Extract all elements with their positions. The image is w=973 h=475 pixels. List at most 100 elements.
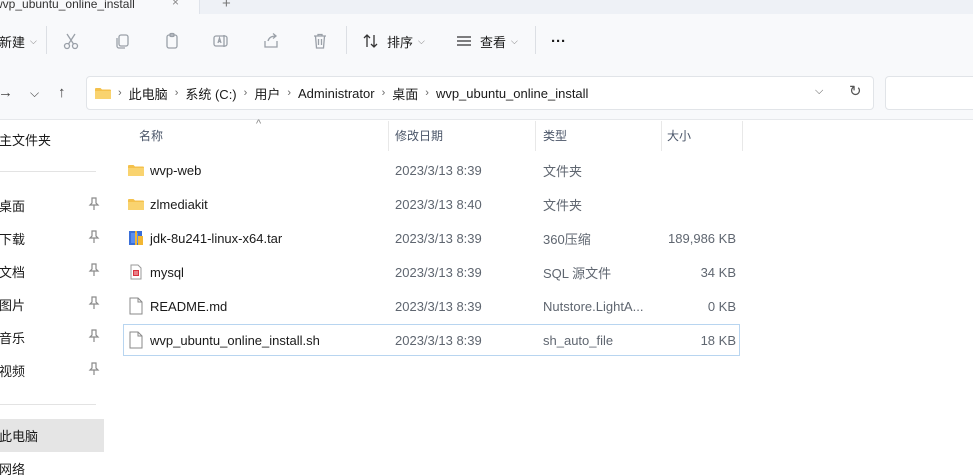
sql-file-icon [130, 264, 142, 280]
breadcrumb-separator: › [243, 87, 248, 99]
file-size: 34 KB [700, 264, 736, 280]
address-row: → ⌵ ↑ › 此电脑 › 系统 (C:) › 用户 › Administrat… [0, 68, 973, 120]
toolbar-divider [346, 26, 347, 54]
sidebar-item-home[interactable]: 主文件夹 [0, 123, 104, 156]
file-name-cell: wvp_ubuntu_online_install.sh [128, 324, 320, 356]
sidebar-item-desktop[interactable]: 桌面 [0, 189, 104, 222]
file-name-cell: mysql [128, 256, 184, 288]
file-icon [129, 331, 143, 349]
share-button[interactable] [262, 14, 280, 68]
column-header-type[interactable]: 类型 [543, 121, 567, 149]
file-size: 0 KB [707, 298, 736, 314]
cut-icon [63, 33, 79, 50]
breadcrumb-current-folder[interactable]: wvp_ubuntu_online_install [436, 86, 589, 101]
chevron-down-icon: ⌵ [418, 35, 425, 46]
sort-button[interactable]: 排序 ⌵ [362, 14, 425, 68]
breadcrumb-users[interactable]: 用户 [254, 84, 280, 103]
file-name: mysql [150, 264, 184, 280]
column-header-size[interactable]: 大小 [667, 121, 691, 149]
sidebar-item-label: 图片 [0, 298, 26, 313]
sidebar-item-pictures[interactable]: 图片 [0, 288, 104, 321]
sidebar-item-label: 网络 [0, 462, 26, 475]
tab-title: wvp_ubuntu_online_install [0, 0, 135, 11]
file-type: 360压缩 [543, 231, 591, 247]
file-row[interactable]: mysql 2023/3/13 8:39 SQL 源文件 34 KB [123, 256, 740, 288]
address-dropdown-icon[interactable]: ⌵ [815, 85, 823, 98]
copy-button[interactable] [113, 14, 131, 68]
paste-button[interactable] [163, 14, 181, 68]
breadcrumb: › 此电脑 › 系统 (C:) › 用户 › Administrator › 桌… [95, 77, 588, 109]
file-name-cell: jdk-8u241-linux-x64.tar [128, 222, 282, 254]
file-type: 文件夹 [543, 163, 583, 179]
toolbar-divider [535, 26, 536, 54]
new-button-label: 新建 [0, 34, 26, 50]
sort-icon [363, 34, 378, 48]
sort-button-label: 排序 [387, 34, 414, 50]
file-date: 2023/3/13 8:40 [395, 196, 482, 212]
column-header-label: 名称 [139, 128, 164, 143]
sidebar-item-network[interactable]: 网络 [0, 452, 104, 475]
up-arrow-icon[interactable]: ↑ [58, 84, 66, 101]
file-size [636, 154, 736, 186]
file-row[interactable]: wvp_ubuntu_online_install.sh 2023/3/13 8… [123, 324, 740, 356]
new-tab-icon[interactable]: + [222, 0, 231, 12]
file-name-cell: zlmediakit [128, 188, 208, 220]
sidebar-item-documents[interactable]: 文档 [0, 255, 104, 288]
archive-icon [129, 231, 143, 245]
column-header-name[interactable]: 名称 [139, 121, 163, 149]
tab-close-icon[interactable]: × [172, 0, 179, 9]
sidebar-item-downloads[interactable]: 下载 [0, 222, 104, 255]
breadcrumb-this-pc[interactable]: 此电脑 [129, 84, 168, 103]
trash-icon [314, 33, 326, 49]
file-name: wvp_ubuntu_online_install.sh [150, 332, 320, 348]
breadcrumb-separator: › [174, 87, 179, 99]
sidebar-item-label: 下载 [0, 232, 26, 247]
column-divider[interactable] [742, 121, 743, 151]
command-bar: 新建 ⌵ 排序 ⌵ 查看 ⌵ ··· [0, 14, 973, 68]
paste-icon [166, 32, 178, 49]
file-size: 18 KB [700, 332, 736, 348]
recent-locations-icon[interactable]: ⌵ [30, 86, 39, 101]
file-name-cell: README.md [128, 290, 227, 322]
file-name: zlmediakit [150, 196, 208, 212]
sidebar-item-label: 文档 [0, 265, 26, 280]
breadcrumb-separator: › [287, 87, 291, 99]
pin-icon [88, 362, 100, 379]
column-divider[interactable] [388, 121, 389, 151]
sidebar-item-this-pc[interactable]: 此电脑 [0, 419, 104, 452]
file-row[interactable]: README.md 2023/3/13 8:39 Nutstore.LightA… [123, 290, 740, 322]
breadcrumb-desktop[interactable]: 桌面 [392, 84, 418, 103]
more-button[interactable]: ··· [551, 14, 566, 68]
sidebar-item-music[interactable]: 音乐 [0, 321, 104, 354]
folder-icon [95, 87, 111, 99]
column-header-label: 类型 [543, 128, 568, 143]
sort-ascending-icon: ^ [256, 118, 262, 130]
rename-button[interactable] [212, 14, 230, 68]
breadcrumb-separator: › [425, 87, 429, 99]
refresh-icon[interactable]: ↻ [849, 82, 862, 100]
column-divider[interactable] [661, 121, 662, 151]
file-row[interactable]: zlmediakit 2023/3/13 8:40 文件夹 [123, 188, 740, 220]
sidebar-divider [0, 404, 96, 405]
view-button[interactable]: 查看 ⌵ [455, 14, 518, 68]
address-bar[interactable]: › 此电脑 › 系统 (C:) › 用户 › Administrator › 桌… [86, 76, 874, 110]
column-header-date[interactable]: 修改日期 [395, 121, 443, 149]
share-icon [264, 33, 278, 48]
search-input[interactable] [885, 76, 973, 110]
tab-current[interactable]: wvp_ubuntu_online_install × [0, 0, 200, 14]
file-row[interactable]: wvp-web 2023/3/13 8:39 文件夹 [123, 154, 740, 186]
breadcrumb-drive-c[interactable]: 系统 (C:) [185, 84, 236, 103]
sidebar-item-videos[interactable]: 视频 [0, 354, 104, 387]
file-type: 文件夹 [543, 197, 583, 213]
forward-arrow-icon[interactable]: → [0, 84, 13, 101]
cut-button[interactable] [62, 14, 80, 68]
sidebar-divider [0, 171, 96, 172]
file-row[interactable]: jdk-8u241-linux-x64.tar 2023/3/13 8:39 3… [123, 222, 740, 254]
column-header-label: 大小 [667, 128, 692, 143]
delete-button[interactable] [311, 14, 329, 68]
file-date: 2023/3/13 8:39 [395, 332, 482, 348]
column-divider[interactable] [535, 121, 536, 151]
breadcrumb-administrator[interactable]: Administrator [298, 86, 375, 101]
file-name: wvp-web [150, 162, 202, 178]
new-button[interactable]: 新建 ⌵ [0, 14, 37, 68]
